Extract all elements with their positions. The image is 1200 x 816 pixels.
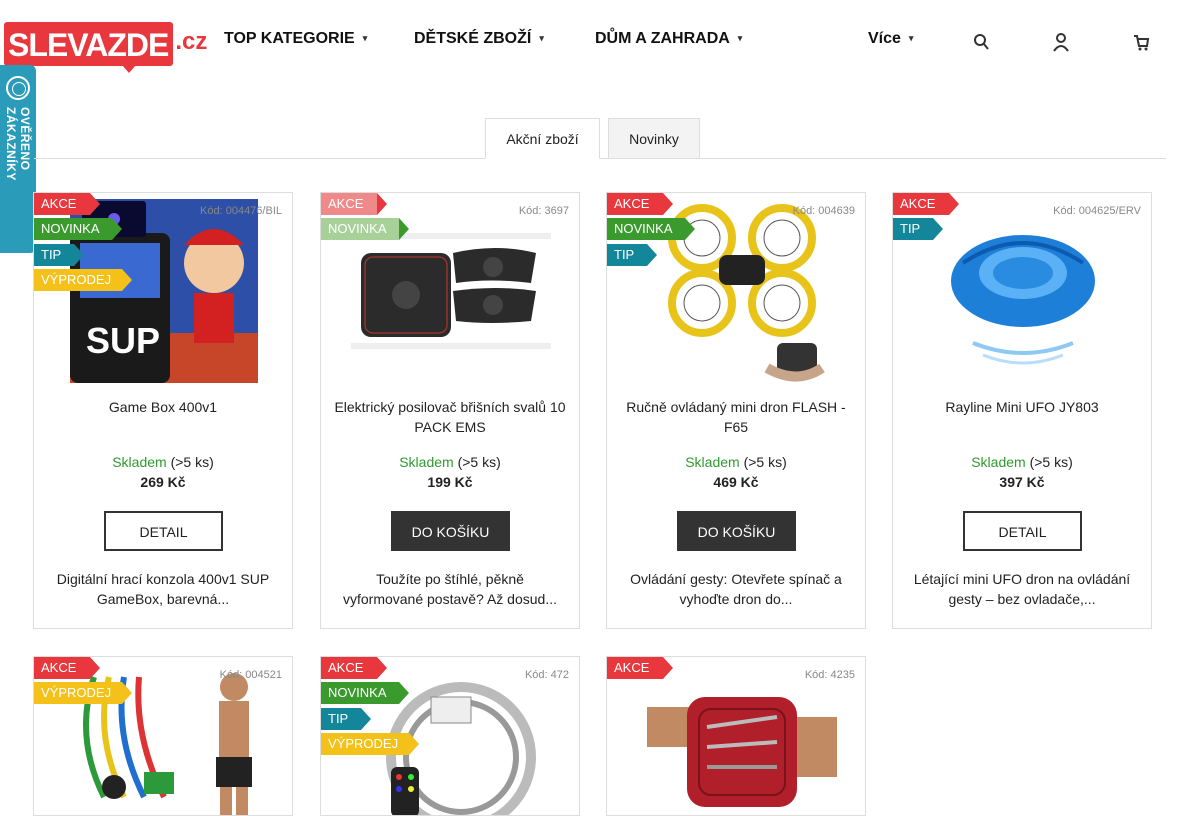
stock-status: Skladem	[112, 454, 167, 470]
stock-qty: (>5 ks)	[170, 454, 214, 470]
product-price: 269 Kč	[140, 474, 186, 490]
product-code: Kód: 004639	[792, 205, 855, 217]
nav-detske-zbozi[interactable]: DĚTSKÉ ZBOŽÍ ▾	[414, 30, 544, 48]
flag-akce: AKCE	[321, 657, 387, 679]
add-to-cart-button[interactable]: DO KOŠÍKU	[391, 511, 510, 551]
flag-tip: TIP	[321, 708, 371, 730]
add-to-cart-button[interactable]: DO KOŠÍKU	[677, 511, 796, 551]
flag-novinka: NOVINKA	[607, 218, 695, 240]
search-icon[interactable]	[973, 32, 989, 52]
stock-status: Skladem	[971, 454, 1026, 470]
product-code: Kód: 3697	[518, 205, 569, 217]
chevron-down-icon: ▾	[908, 33, 914, 43]
flag-akce: AKCE	[321, 193, 387, 215]
seal-icon	[6, 76, 30, 100]
product-price: 199 Kč	[427, 474, 473, 490]
product-name[interactable]: Rayline Mini UFO JY803	[903, 397, 1141, 417]
badge-text: OVĚŘENO ZÁKAZNÍKY	[4, 107, 32, 181]
stock-info: Skladem (>5 ks)	[893, 454, 1151, 470]
stock-info: Skladem (>5 ks)	[34, 454, 292, 470]
chevron-down-icon: ▾	[737, 33, 743, 43]
flag-novinka: NOVINKA	[321, 682, 409, 704]
cart-icon[interactable]	[1133, 32, 1149, 52]
verified-customers-badge[interactable]: OVĚŘENO ZÁKAZNÍKY	[0, 65, 36, 253]
tab-akcni-zbozi[interactable]: Akční zboží	[485, 118, 600, 159]
stock-status: Skladem	[685, 454, 740, 470]
product-description: Ovládání gesty: Otevřete spínač a vyhoďt…	[630, 571, 842, 607]
flag-novinka: NOVINKA	[321, 218, 409, 240]
logo-main-text: SLEVAZDE	[4, 22, 174, 73]
user-icon[interactable]	[1053, 32, 1069, 52]
product-card[interactable]: AKCE VÝPRODEJ Kód: 004521	[33, 656, 293, 816]
nav-vice[interactable]: Více ▾	[868, 30, 913, 48]
flag-akce: AKCE	[34, 193, 100, 215]
flag-vyprodej: VÝPRODEJ	[34, 269, 132, 291]
nav-label: TOP KATEGORIE	[224, 30, 355, 47]
product-card[interactable]: AKCE NOVINKA Kód: 3697 Elektrický posilo…	[320, 192, 580, 629]
flag-vyprodej: VÝPRODEJ	[34, 682, 132, 704]
product-card[interactable]: AKCE TIP Kód: 004625/ERV Rayline Mini UF…	[892, 192, 1152, 629]
product-card[interactable]: AKCE Kód: 4235	[606, 656, 866, 816]
flag-novinka: NOVINKA	[34, 218, 122, 240]
product-description: Digitální hrací konzola 400v1 SUP GameBo…	[56, 571, 270, 607]
product-card[interactable]: AKCE NOVINKA TIP VÝPRODEJ Kód: 472	[320, 656, 580, 816]
product-code: Kód: 004476/BIL	[200, 205, 282, 217]
product-description: Létající mini UFO dron na ovládání gesty…	[913, 571, 1131, 607]
product-code: Kód: 004625/ERV	[1053, 205, 1141, 217]
flag-akce: AKCE	[34, 657, 100, 679]
flag-tip: TIP	[893, 218, 943, 240]
nav-label: DŮM A ZAHRADA	[595, 30, 730, 47]
flag-tip: TIP	[607, 244, 657, 266]
tab-novinky[interactable]: Novinky	[608, 118, 700, 159]
stock-qty: (>5 ks)	[1029, 454, 1073, 470]
detail-button[interactable]: DETAIL	[104, 511, 223, 551]
site-logo[interactable]: SLEVAZDE .cz	[4, 14, 208, 73]
flag-akce: AKCE	[607, 657, 673, 679]
detail-button[interactable]: DETAIL	[963, 511, 1082, 551]
product-code: Kód: 4235	[804, 669, 855, 681]
chevron-down-icon: ▾	[362, 33, 368, 43]
flag-akce: AKCE	[607, 193, 673, 215]
nav-top-kategorie[interactable]: TOP KATEGORIE ▾	[224, 30, 367, 48]
svg-text:SUP: SUP	[86, 320, 160, 361]
product-name[interactable]: Game Box 400v1	[44, 397, 282, 417]
stock-qty: (>5 ks)	[743, 454, 787, 470]
product-code: Kód: 004521	[219, 669, 282, 681]
nav-dum-a-zahrada[interactable]: DŮM A ZAHRADA ▾	[595, 30, 742, 48]
product-description: Toužíte po štíhlé, pěkně vyformované pos…	[342, 571, 557, 607]
product-code: Kód: 472	[524, 669, 569, 681]
flag-vyprodej: VÝPRODEJ	[321, 733, 419, 755]
tabs-divider	[34, 158, 1166, 159]
nav-label: DĚTSKÉ ZBOŽÍ	[414, 30, 532, 47]
stock-info: Skladem (>5 ks)	[321, 454, 579, 470]
stock-qty: (>5 ks)	[457, 454, 501, 470]
product-card[interactable]: AKCE NOVINKA TIP Kód: 004639 Ručně ovlád…	[606, 192, 866, 629]
product-name[interactable]: Ručně ovládaný mini dron FLASH - F65	[617, 397, 855, 437]
site-header: SLEVAZDE .cz TOP KATEGORIE ▾ DĚTSKÉ ZBOŽÍ…	[0, 0, 1200, 80]
nav-label: Více	[868, 30, 901, 47]
product-name[interactable]: Elektrický posilovač břišních svalů 10 P…	[331, 397, 569, 437]
logo-tld-text: .cz	[175, 28, 208, 55]
stock-info: Skladem (>5 ks)	[607, 454, 865, 470]
flag-akce: AKCE	[893, 193, 959, 215]
chevron-down-icon: ▾	[539, 33, 544, 43]
product-card[interactable]: SUP AKCE NOVINKA TIP VÝPRODEJ Kód: 00447…	[33, 192, 293, 629]
stock-status: Skladem	[399, 454, 454, 470]
product-price: 469 Kč	[713, 474, 759, 490]
flag-tip: TIP	[34, 244, 84, 266]
product-price: 397 Kč	[999, 474, 1045, 490]
